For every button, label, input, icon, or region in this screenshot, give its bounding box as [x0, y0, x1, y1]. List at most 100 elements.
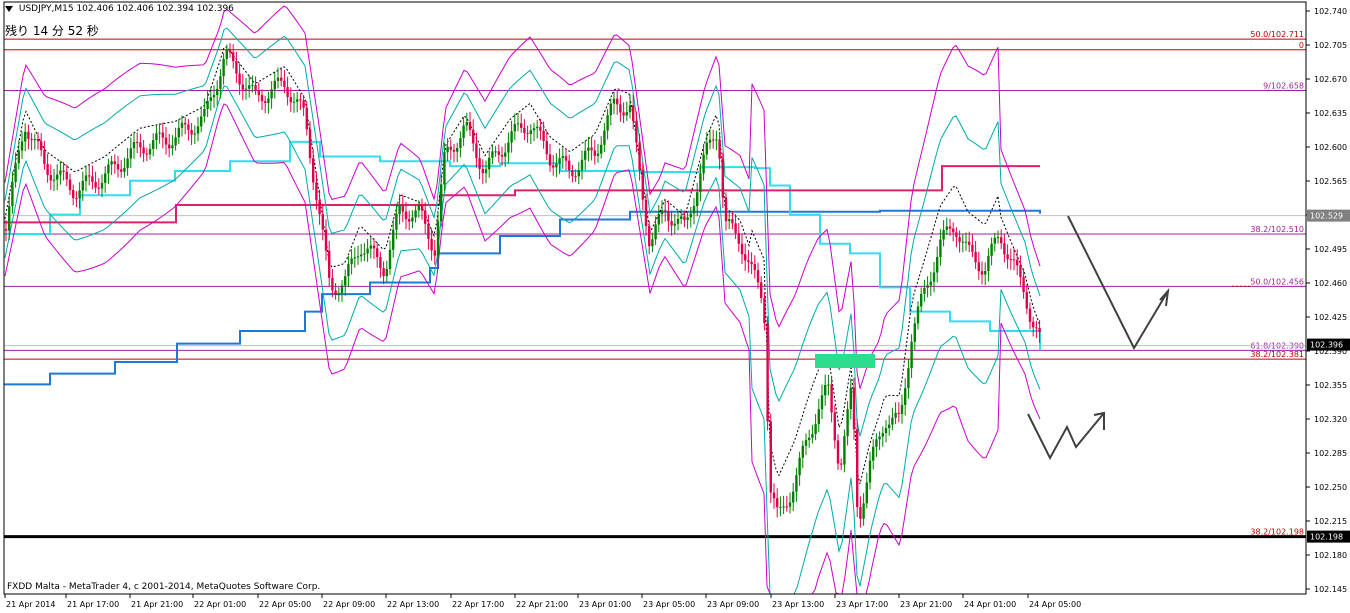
bb-outer-lower: [4, 103, 1041, 595]
candle-body: [372, 245, 376, 249]
candle-body: [276, 77, 280, 81]
candle-body: [603, 130, 606, 145]
candle-body: [360, 254, 363, 257]
candle-body: [542, 130, 545, 142]
candle-body: [468, 122, 472, 130]
candle-body: [110, 161, 113, 165]
candle-body: [1038, 327, 1041, 333]
y-tick-label: 102.145: [1314, 585, 1347, 594]
candle-body: [580, 159, 584, 170]
candle-body: [75, 198, 78, 200]
candle-body: [561, 156, 564, 159]
candle-body: [91, 176, 94, 182]
candle-body: [891, 417, 894, 425]
candle-body: [913, 323, 916, 342]
candle-body: [875, 439, 878, 447]
candle-body: [145, 153, 148, 155]
x-tick-label: 21 Apr 2014: [6, 600, 55, 609]
candle-body: [452, 149, 456, 152]
candle-body: [299, 99, 302, 101]
candle-body: [292, 101, 296, 103]
candle-body: [779, 506, 782, 508]
candle-body: [120, 169, 123, 172]
candle-body: [408, 219, 411, 222]
candle-body: [529, 130, 532, 134]
candle-body: [366, 248, 369, 254]
candle-body: [52, 179, 56, 181]
candle-body: [996, 237, 1000, 239]
candle-body: [881, 433, 884, 437]
dropdown-icon[interactable]: [5, 5, 13, 12]
bb-inner-lower: [4, 85, 1041, 595]
candle-body: [97, 187, 100, 189]
candle-body: [264, 101, 267, 104]
candle-body: [664, 210, 667, 212]
candle-body: [600, 144, 603, 154]
candle-body: [465, 122, 468, 126]
candle-body: [251, 85, 254, 87]
candle-body: [14, 163, 17, 183]
candle-body: [443, 152, 446, 185]
candle-body: [622, 112, 625, 116]
candle-body: [244, 88, 248, 90]
fibo-label-6: 38.2/102.381: [1250, 350, 1304, 359]
candle-body: [302, 100, 305, 108]
candle-body: [171, 145, 174, 149]
candle-body: [772, 492, 776, 499]
candle-body: [235, 61, 238, 74]
candle-body: [56, 174, 59, 180]
candle-body: [123, 167, 126, 172]
candle-body: [132, 142, 136, 149]
candle-body: [868, 460, 872, 483]
candle-body: [558, 158, 561, 164]
candle-body: [11, 182, 14, 207]
candle-body: [267, 98, 270, 104]
candle-body: [737, 233, 740, 244]
candle-body: [88, 175, 91, 177]
candle-body: [894, 412, 897, 418]
candle-body: [139, 142, 142, 148]
candle-body: [750, 262, 753, 265]
y-tick-label: 102.495: [1314, 245, 1347, 254]
candle-body: [84, 175, 88, 182]
candle-body: [497, 151, 500, 155]
candle-body: [305, 107, 308, 130]
step-line-pink: [4, 165, 1040, 224]
candle-body: [683, 216, 686, 221]
candle-body: [376, 248, 379, 258]
candle-body: [916, 306, 920, 324]
candle-body: [513, 124, 516, 132]
candle-body: [526, 133, 529, 135]
chart-canvas[interactable]: 50.0/102.711 0 9/102.658 38.2/102.510 50.0/1…: [0, 0, 1350, 613]
candle-body: [593, 150, 596, 156]
candle-body: [590, 147, 593, 151]
candle-body: [606, 115, 609, 131]
step-lines: [4, 140, 1041, 386]
candle-body: [475, 143, 478, 159]
fibo-label-2: 9/102.658: [1263, 82, 1304, 91]
candle-body: [708, 139, 712, 143]
fibo-label-7: 38.2/102.198: [1250, 528, 1304, 537]
candle-body: [30, 138, 33, 140]
candle-body: [350, 258, 353, 265]
y-tick-label: 102.635: [1314, 109, 1347, 118]
candle-body: [856, 429, 859, 507]
candle-body: [1019, 265, 1022, 278]
candle-body: [792, 491, 795, 503]
candle-body: [1003, 243, 1006, 255]
candle-body: [952, 228, 955, 233]
candle-body: [936, 257, 939, 273]
candle-body: [321, 214, 324, 230]
x-tick-label: 23 Apr 17:00: [836, 600, 888, 609]
y-tick-label: 102.460: [1314, 279, 1347, 288]
candle-body: [920, 293, 923, 307]
candle-body: [785, 506, 788, 508]
candle-body: [651, 239, 654, 247]
candle-body: [216, 88, 219, 95]
candle-body: [945, 226, 948, 230]
candle-body: [24, 131, 27, 142]
candle-body: [964, 241, 968, 243]
y-tick-label: 102.320: [1314, 415, 1347, 424]
candle-body: [430, 238, 433, 251]
y-tick-label: 102.250: [1314, 483, 1347, 492]
